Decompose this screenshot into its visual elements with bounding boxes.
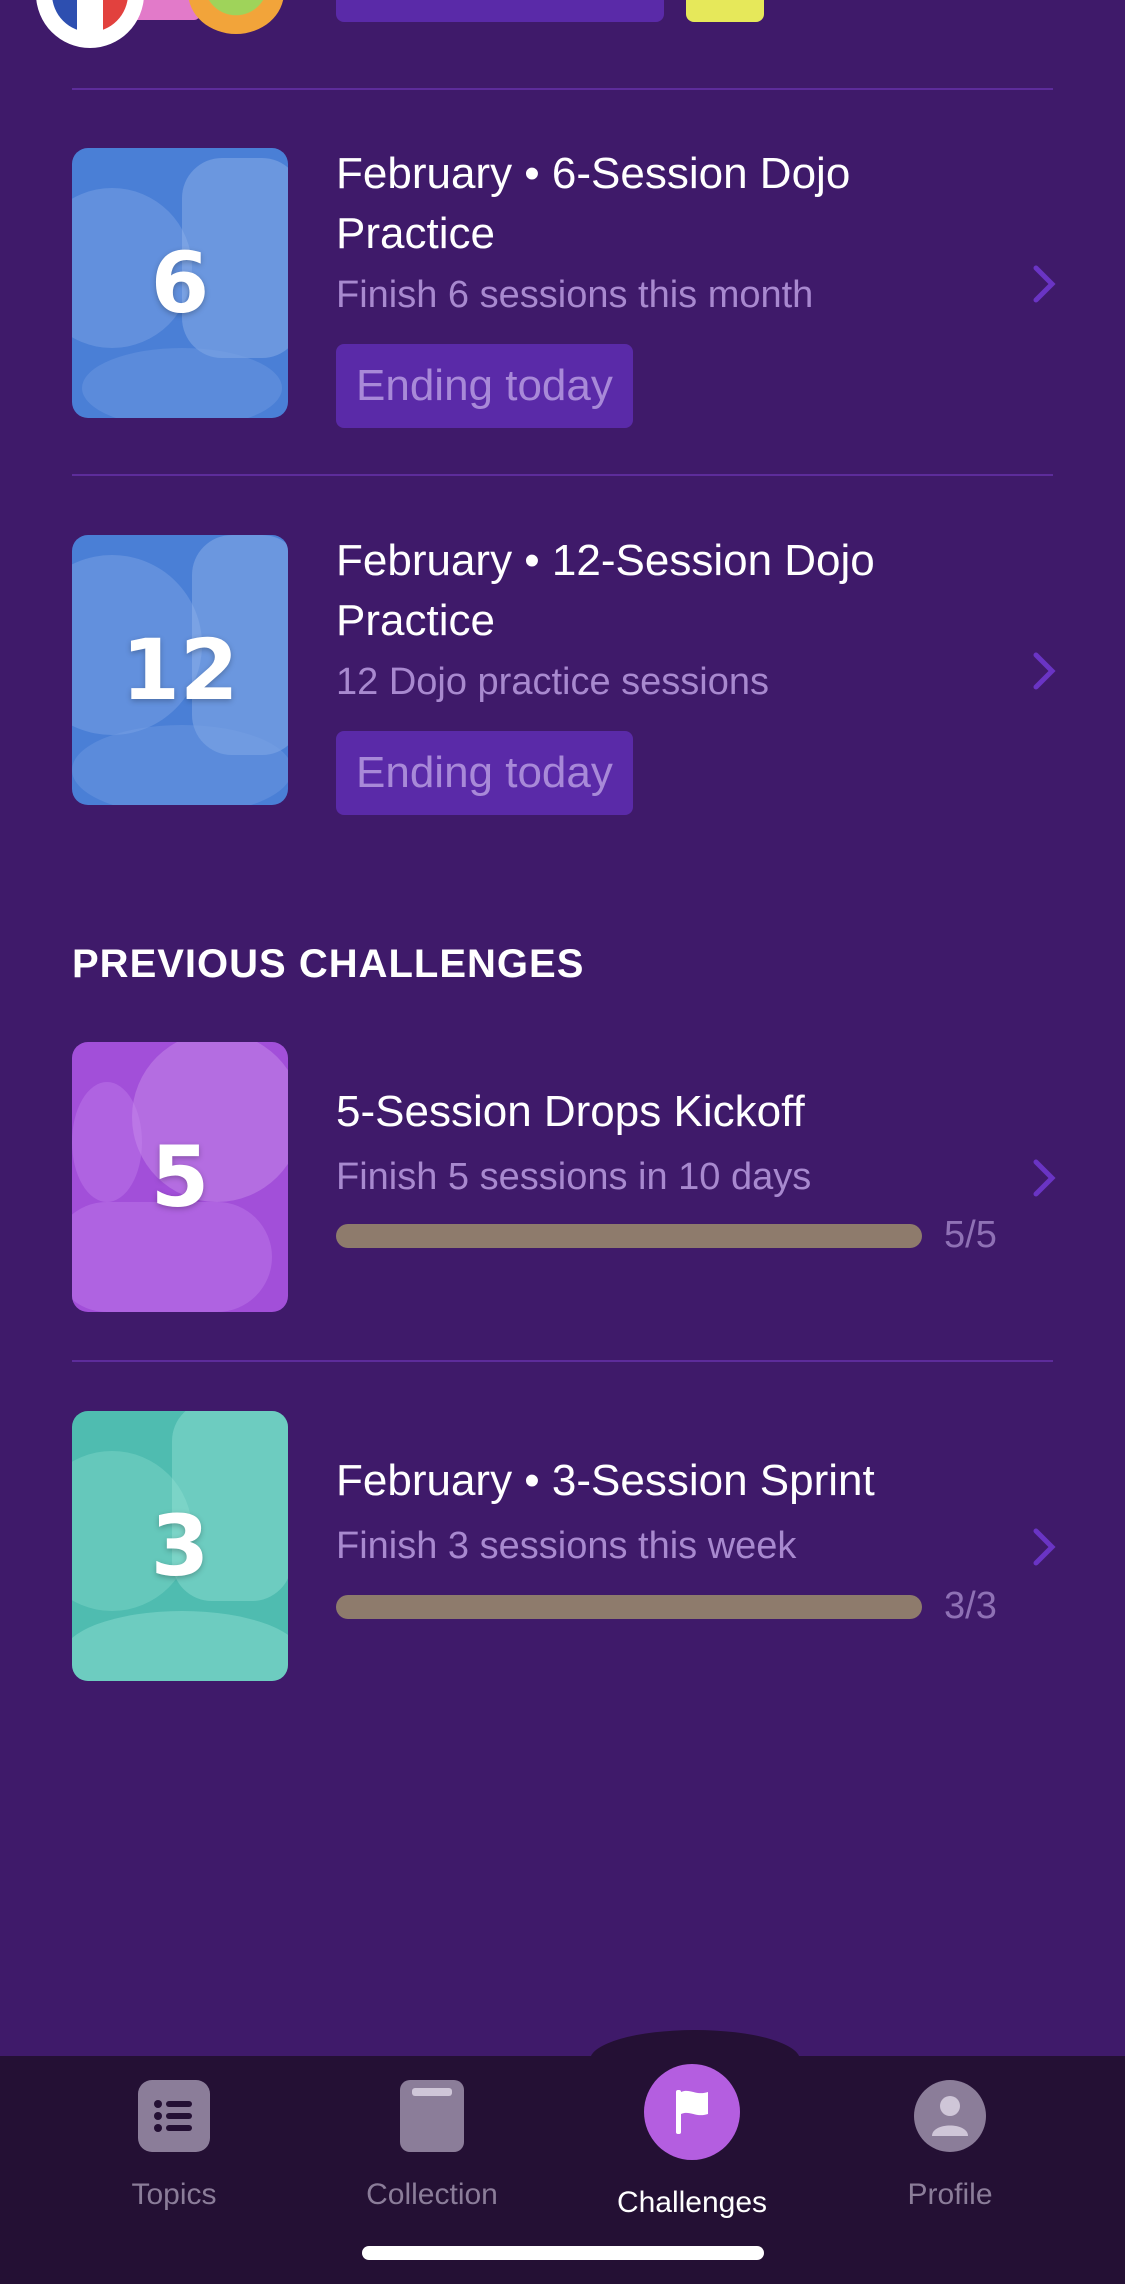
challenge-number: 6 (150, 234, 210, 332)
chevron-right-icon (1030, 649, 1058, 693)
progress-bar (336, 1595, 922, 1619)
challenge-subtitle: Finish 6 sessions this month (336, 274, 814, 316)
challenge-title: February • 6-Session Dojo Practice (336, 149, 851, 258)
challenge-title: February • 3-Session Sprint (336, 1456, 875, 1505)
nav-label: Collection (366, 2178, 498, 2211)
ending-badge: Ending today (336, 731, 633, 815)
challenge-title: 5-Session Drops Kickoff (336, 1087, 805, 1136)
challenge-thumbnail: 12 (72, 535, 288, 805)
nav-tab-profile[interactable]: Profile (840, 2080, 1060, 2212)
flag-icon (644, 2064, 740, 2160)
nav-label: Challenges (616, 2186, 768, 2219)
chevron-right-icon (1030, 1525, 1058, 1569)
challenge-number: 3 (150, 1497, 210, 1595)
progress-bar (336, 1224, 922, 1248)
challenge-card-6-session[interactable]: 6 February • 6-Session Dojo Practice Fin… (0, 148, 1125, 478)
list-icon (138, 2080, 210, 2152)
challenge-card-3-session-sprint[interactable]: 3 February • 3-Session Sprint Finish 3 s… (0, 1411, 1125, 1701)
reward-chip (686, 0, 764, 22)
progress-count: 5/5 (944, 1214, 997, 1256)
coin-icon (188, 0, 284, 34)
divider (72, 474, 1053, 476)
challenge-number: 12 (121, 621, 239, 719)
nav-label: Profile (907, 2178, 993, 2211)
nav-tab-challenges[interactable]: Challenges (582, 2064, 802, 2220)
book-icon (400, 2080, 464, 2152)
person-icon (914, 2080, 986, 2152)
progress-count: 3/3 (944, 1585, 997, 1627)
nav-label: Topics (131, 2178, 217, 2211)
section-heading: PREVIOUS CHALLENGES (72, 942, 585, 986)
challenge-thumbnail: 6 (72, 148, 288, 418)
ending-badge: Ending today (336, 344, 633, 428)
challenge-subtitle: 12 Dojo practice sessions (336, 661, 769, 703)
badge-fragment (336, 0, 664, 22)
challenge-thumbnail: 3 (72, 1411, 288, 1681)
challenge-card-drops-kickoff[interactable]: 5 5-Session Drops Kickoff Finish 5 sessi… (0, 1042, 1125, 1332)
home-indicator (362, 2246, 764, 2260)
french-flag-icon (36, 0, 144, 48)
chevron-right-icon (1030, 1156, 1058, 1200)
divider (72, 1360, 1053, 1362)
nav-tab-topics[interactable]: Topics (64, 2080, 284, 2212)
challenge-thumbnail: 5 (72, 1042, 288, 1312)
previous-card-fragment (0, 0, 1125, 60)
challenges-screen: 6 February • 6-Session Dojo Practice Fin… (0, 0, 1125, 2284)
divider (72, 88, 1053, 90)
challenge-number: 5 (150, 1128, 210, 1226)
chevron-right-icon (1030, 262, 1058, 306)
challenge-title: February • 12-Session Dojo Practice (336, 536, 875, 645)
challenge-subtitle: Finish 5 sessions in 10 days (336, 1156, 812, 1198)
challenge-subtitle: Finish 3 sessions this week (336, 1525, 797, 1567)
challenge-card-12-session[interactable]: 12 February • 12-Session Dojo Practice 1… (0, 535, 1125, 865)
nav-tab-collection[interactable]: Collection (322, 2080, 542, 2212)
